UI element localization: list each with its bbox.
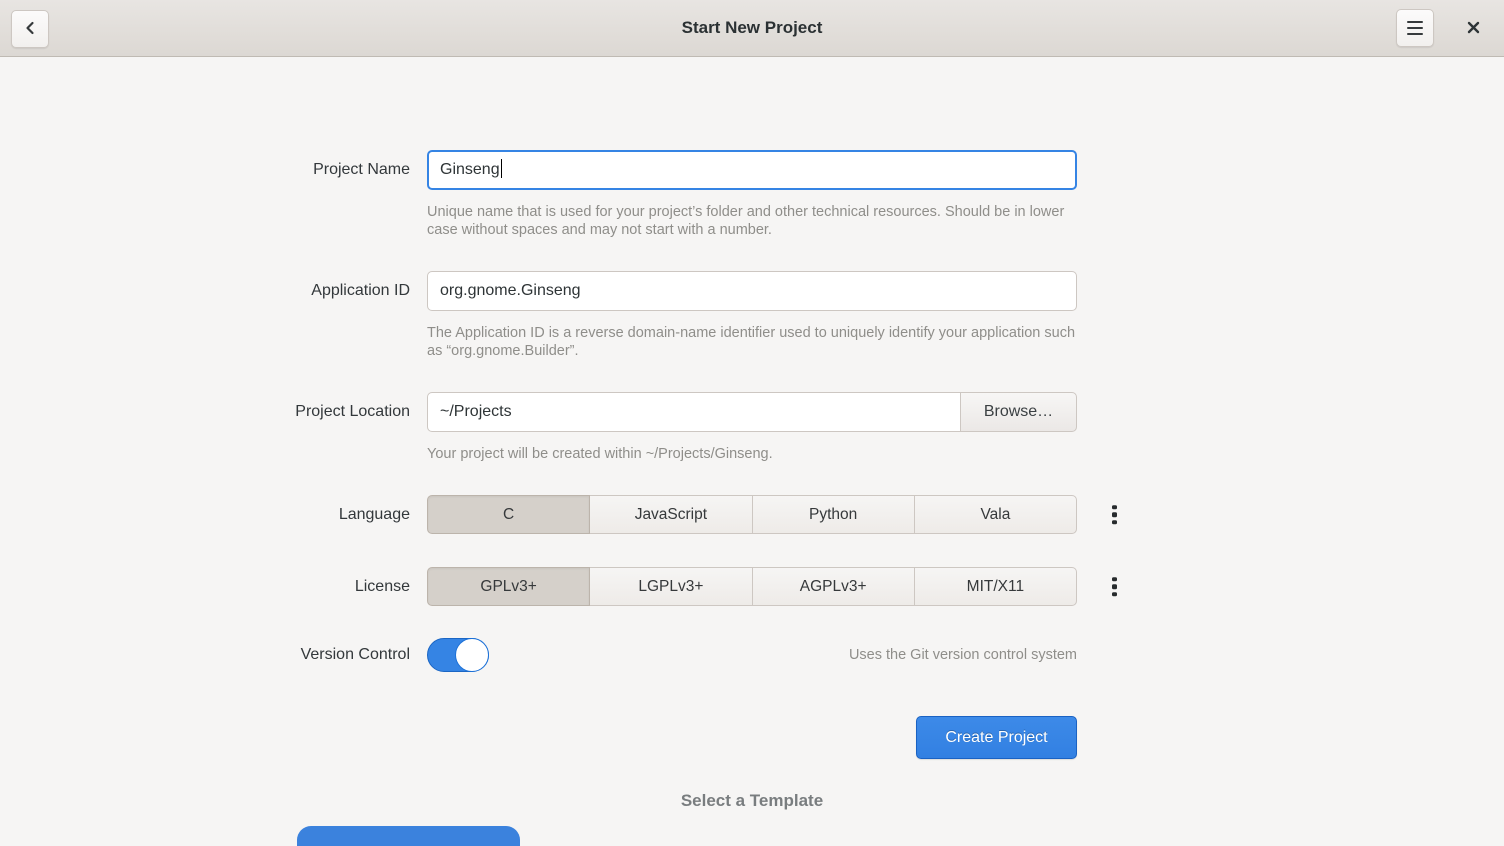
template-card[interactable]	[297, 826, 520, 846]
version-control-toggle[interactable]	[427, 638, 489, 672]
language-segmented-control: C JavaScript Python Vala	[427, 495, 1077, 534]
language-more-button[interactable]	[1110, 503, 1119, 527]
project-location-row: Project Location ~/Projects Browse… Your…	[427, 392, 1077, 463]
language-option-python[interactable]: Python	[752, 495, 915, 534]
project-location-label: Project Location	[295, 392, 410, 432]
project-location-input[interactable]: ~/Projects	[427, 392, 961, 432]
window-title: Start New Project	[0, 18, 1504, 38]
menu-button[interactable]	[1396, 9, 1434, 47]
license-segmented-control: GPLv3+ LGPLv3+ AGPLv3+ MIT/X11	[427, 567, 1077, 606]
project-name-row: Project Name Ginseng Unique name that is…	[427, 150, 1077, 239]
language-label: Language	[339, 495, 410, 534]
browse-button[interactable]: Browse…	[960, 392, 1077, 432]
project-location-help: Your project will be created within ~/Pr…	[427, 445, 1077, 463]
template-section: Select a Template	[0, 791, 1504, 846]
project-form: Project Name Ginseng Unique name that is…	[427, 150, 1077, 759]
close-button[interactable]	[1454, 10, 1492, 48]
version-control-note: Uses the Git version control system	[849, 638, 1077, 672]
application-id-help: The Application ID is a reverse domain-n…	[427, 324, 1077, 360]
license-option-agplv3[interactable]: AGPLv3+	[752, 567, 915, 606]
project-name-help: Unique name that is used for your projec…	[427, 203, 1077, 239]
license-option-gplv3[interactable]: GPLv3+	[427, 567, 590, 606]
version-control-row: Version Control Uses the Git version con…	[427, 638, 1077, 672]
project-name-input[interactable]: Ginseng	[427, 150, 1077, 190]
header-bar: Start New Project	[0, 0, 1504, 57]
hamburger-menu-icon	[1407, 21, 1423, 36]
license-option-mitx11[interactable]: MIT/X11	[914, 567, 1077, 606]
back-button[interactable]	[11, 10, 49, 48]
create-project-row: Create Project	[427, 716, 1077, 759]
close-icon	[1466, 20, 1481, 38]
text-caret	[501, 159, 503, 178]
version-control-label: Version Control	[301, 638, 410, 672]
chevron-left-icon	[22, 20, 38, 39]
application-id-row: Application ID org.gnome.Ginseng The App…	[427, 271, 1077, 360]
start-new-project-page: Project Name Ginseng Unique name that is…	[0, 57, 1504, 846]
language-row: Language C JavaScript Python Vala	[427, 495, 1077, 534]
kebab-vertical-icon	[1112, 505, 1117, 525]
toggle-knob	[455, 638, 489, 672]
license-option-lgplv3[interactable]: LGPLv3+	[589, 567, 752, 606]
create-project-button[interactable]: Create Project	[916, 716, 1077, 759]
language-option-vala[interactable]: Vala	[914, 495, 1077, 534]
language-option-javascript[interactable]: JavaScript	[589, 495, 752, 534]
language-option-c[interactable]: C	[427, 495, 590, 534]
project-name-label: Project Name	[313, 150, 410, 190]
license-row: License GPLv3+ LGPLv3+ AGPLv3+ MIT/X11	[427, 567, 1077, 606]
kebab-vertical-icon	[1112, 577, 1117, 597]
license-more-button[interactable]	[1110, 575, 1119, 599]
select-template-heading: Select a Template	[0, 791, 1504, 811]
application-id-label: Application ID	[311, 271, 410, 311]
application-id-input[interactable]: org.gnome.Ginseng	[427, 271, 1077, 311]
license-label: License	[355, 567, 410, 606]
